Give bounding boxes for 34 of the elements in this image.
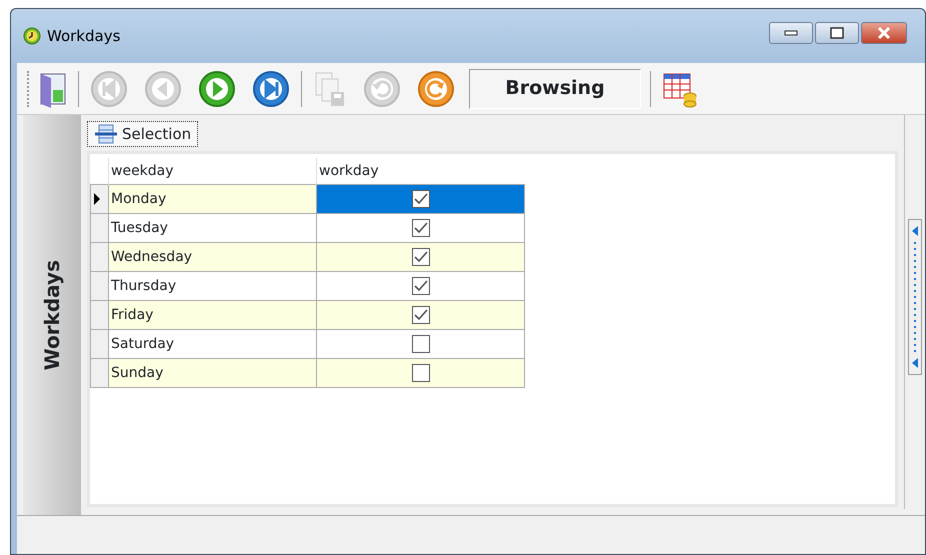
maximize-icon: [830, 27, 844, 39]
maximize-button[interactable]: [815, 22, 859, 44]
table-cell[interactable]: [316, 242, 524, 271]
checkbox[interactable]: [412, 190, 430, 208]
checkbox[interactable]: [412, 364, 430, 382]
table-cell: Tuesday: [108, 213, 316, 242]
minimize-button[interactable]: [769, 22, 813, 44]
checkbox[interactable]: [412, 334, 430, 352]
close-icon: [877, 27, 891, 39]
table-cell[interactable]: [316, 300, 524, 329]
side-panel-title: Workdays: [39, 260, 65, 370]
table-cell: Thursday: [108, 271, 316, 300]
table-cell: Wednesday: [108, 242, 316, 271]
table-cell: Monday: [108, 184, 316, 213]
table-cell: Sunday: [108, 358, 316, 387]
close-button[interactable]: [861, 22, 907, 44]
table-cell[interactable]: [316, 271, 524, 300]
table-cell[interactable]: [316, 184, 524, 213]
selection-tab[interactable]: Selection: [87, 120, 198, 147]
checkbox[interactable]: [412, 276, 430, 294]
table-cell: Friday: [108, 300, 316, 329]
form-icon: [94, 124, 118, 144]
window-title: Workdays: [47, 26, 120, 47]
checkbox[interactable]: [412, 218, 430, 236]
table-cell: Saturday: [108, 329, 316, 358]
clock-icon: [23, 27, 41, 45]
splitter-handle[interactable]: [908, 219, 922, 375]
table-cell[interactable]: [316, 329, 524, 358]
table-cell[interactable]: [316, 358, 524, 387]
checkbox[interactable]: [412, 306, 430, 324]
status-field: Browsing: [469, 68, 641, 108]
checkbox[interactable]: [412, 248, 430, 266]
minimize-icon: [784, 30, 798, 36]
table-cell[interactable]: [316, 213, 524, 242]
